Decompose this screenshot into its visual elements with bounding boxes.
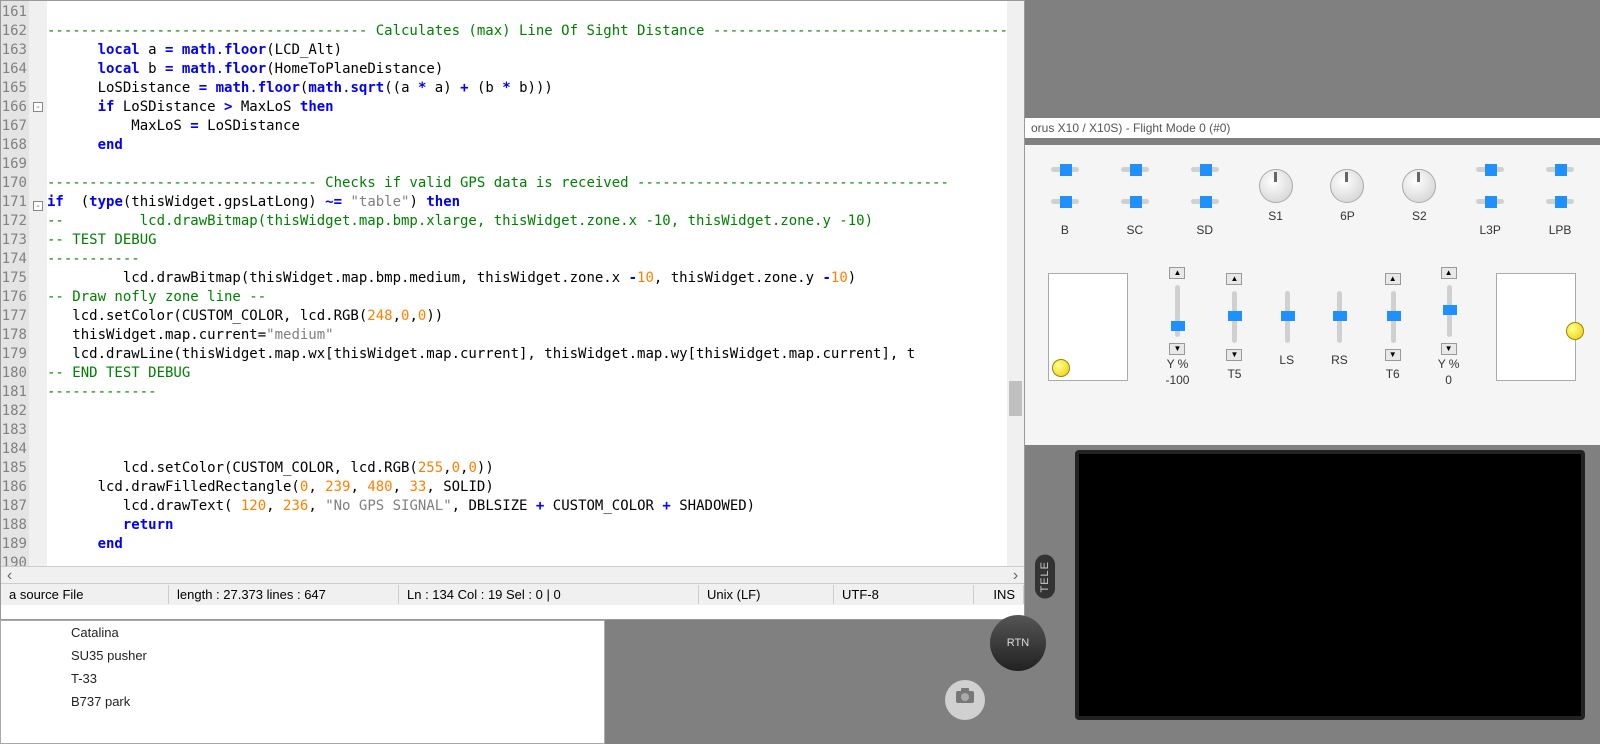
status-eol: Unix (LF) xyxy=(699,585,834,604)
trim-label: LS xyxy=(1279,353,1294,367)
controls-row-2: ▲ ▼ Y % -100 ▲ ▼ T5 LS RS ▲ xyxy=(1025,247,1600,397)
list-item[interactable]: B737 park xyxy=(1,690,604,713)
status-bar: a source File length : 27.373 lines : 64… xyxy=(1,583,1024,605)
spin-down-icon[interactable]: ▼ xyxy=(1441,343,1457,355)
vertical-scrollbar[interactable] xyxy=(1007,1,1024,566)
knob-6p[interactable]: 6P xyxy=(1330,169,1364,223)
list-item[interactable]: Catalina xyxy=(1,621,604,644)
trim-rs[interactable]: RS xyxy=(1331,287,1348,367)
horizontal-scrollbar[interactable]: ‹ › xyxy=(1,566,1024,583)
code-area[interactable]: 1611621631641651661671681691701711721731… xyxy=(1,1,1024,566)
switch-label: LPB xyxy=(1549,223,1572,237)
y-percent-label: Y % xyxy=(1438,357,1460,371)
status-insert-mode: INS xyxy=(974,585,1024,604)
line-number-gutter[interactable]: 1611621631641651661671681691701711721731… xyxy=(1,1,29,566)
y-percent-label: Y % xyxy=(1167,357,1189,371)
switch-lpb[interactable]: LPB xyxy=(1544,155,1576,237)
simulator-controls-panel: B SC SD S1 6P S2 xyxy=(1025,145,1600,445)
y-percent-left-value: -100 xyxy=(1165,373,1189,387)
status-source: a source File xyxy=(1,585,169,604)
trim-ls[interactable]: LS xyxy=(1279,287,1294,367)
trim-label: RS xyxy=(1331,353,1348,367)
right-trim[interactable]: ▲ ▼ Y % 0 xyxy=(1438,267,1460,387)
trim-label: T6 xyxy=(1386,367,1400,381)
spin-up-icon[interactable]: ▲ xyxy=(1226,273,1242,285)
switch-label: SC xyxy=(1126,223,1143,237)
trim-t5[interactable]: ▲ ▼ T5 xyxy=(1226,273,1242,381)
spin-up-icon[interactable]: ▲ xyxy=(1385,273,1401,285)
scrollbar-thumb[interactable] xyxy=(1009,381,1022,416)
knob-s2[interactable]: S2 xyxy=(1402,169,1436,223)
spin-down-icon[interactable]: ▼ xyxy=(1226,349,1242,361)
left-stick[interactable] xyxy=(1048,273,1128,381)
scroll-right-icon[interactable]: › xyxy=(1007,567,1024,584)
code-content[interactable]: -------------------------------------- C… xyxy=(47,1,1024,566)
fold-margin[interactable]: -- xyxy=(29,1,47,566)
knob-label: S2 xyxy=(1412,209,1427,223)
spin-up-icon[interactable]: ▲ xyxy=(1169,267,1185,279)
status-length: length : 27.373 lines : 647 xyxy=(169,585,399,604)
switch-sd[interactable]: SD xyxy=(1189,155,1221,237)
knob-s1[interactable]: S1 xyxy=(1259,169,1293,223)
switch-label: B xyxy=(1061,223,1069,237)
scroll-left-icon[interactable]: ‹ xyxy=(1,567,18,584)
model-list-panel: CatalinaSU35 pusherT-33B737 park xyxy=(0,620,605,744)
spin-down-icon[interactable]: ▼ xyxy=(1169,343,1185,355)
knob-label: S1 xyxy=(1268,209,1283,223)
switch-label: SD xyxy=(1196,223,1213,237)
switch-sc[interactable]: SC xyxy=(1119,155,1151,237)
rtn-button[interactable]: RTN xyxy=(990,615,1046,671)
switch-l3p[interactable]: L3P xyxy=(1474,155,1506,237)
simulator-title: orus X10 / X10S) - Flight Mode 0 (#0) xyxy=(1025,118,1600,138)
trim-label: T5 xyxy=(1227,367,1241,381)
switch-label: L3P xyxy=(1480,223,1501,237)
right-stick[interactable] xyxy=(1496,273,1576,381)
radio-lcd-display: No GPS SIGNAL xyxy=(1075,450,1585,720)
simulator-window: orus X10 / X10S) - Flight Mode 0 (#0) B … xyxy=(1025,0,1600,744)
tele-button[interactable]: TELE xyxy=(1035,555,1055,599)
left-trim[interactable]: ▲ ▼ Y % -100 xyxy=(1165,267,1189,387)
knob-label: 6P xyxy=(1340,209,1355,223)
trim-t6[interactable]: ▲ ▼ T6 xyxy=(1385,273,1401,381)
list-item[interactable]: SU35 pusher xyxy=(1,644,604,667)
controls-row-1: B SC SD S1 6P S2 xyxy=(1025,145,1600,247)
switch-b[interactable]: B xyxy=(1049,155,1081,237)
list-item[interactable]: T-33 xyxy=(1,667,604,690)
status-position: Ln : 134 Col : 19 Sel : 0 | 0 xyxy=(399,585,699,604)
code-editor-window: 1611621631641651661671681691701711721731… xyxy=(0,0,1025,620)
y-percent-right-value: 0 xyxy=(1445,373,1452,387)
spin-down-icon[interactable]: ▼ xyxy=(1385,349,1401,361)
status-encoding: UTF-8 xyxy=(834,585,974,604)
camera-icon[interactable] xyxy=(945,680,985,720)
spin-up-icon[interactable]: ▲ xyxy=(1441,267,1457,279)
